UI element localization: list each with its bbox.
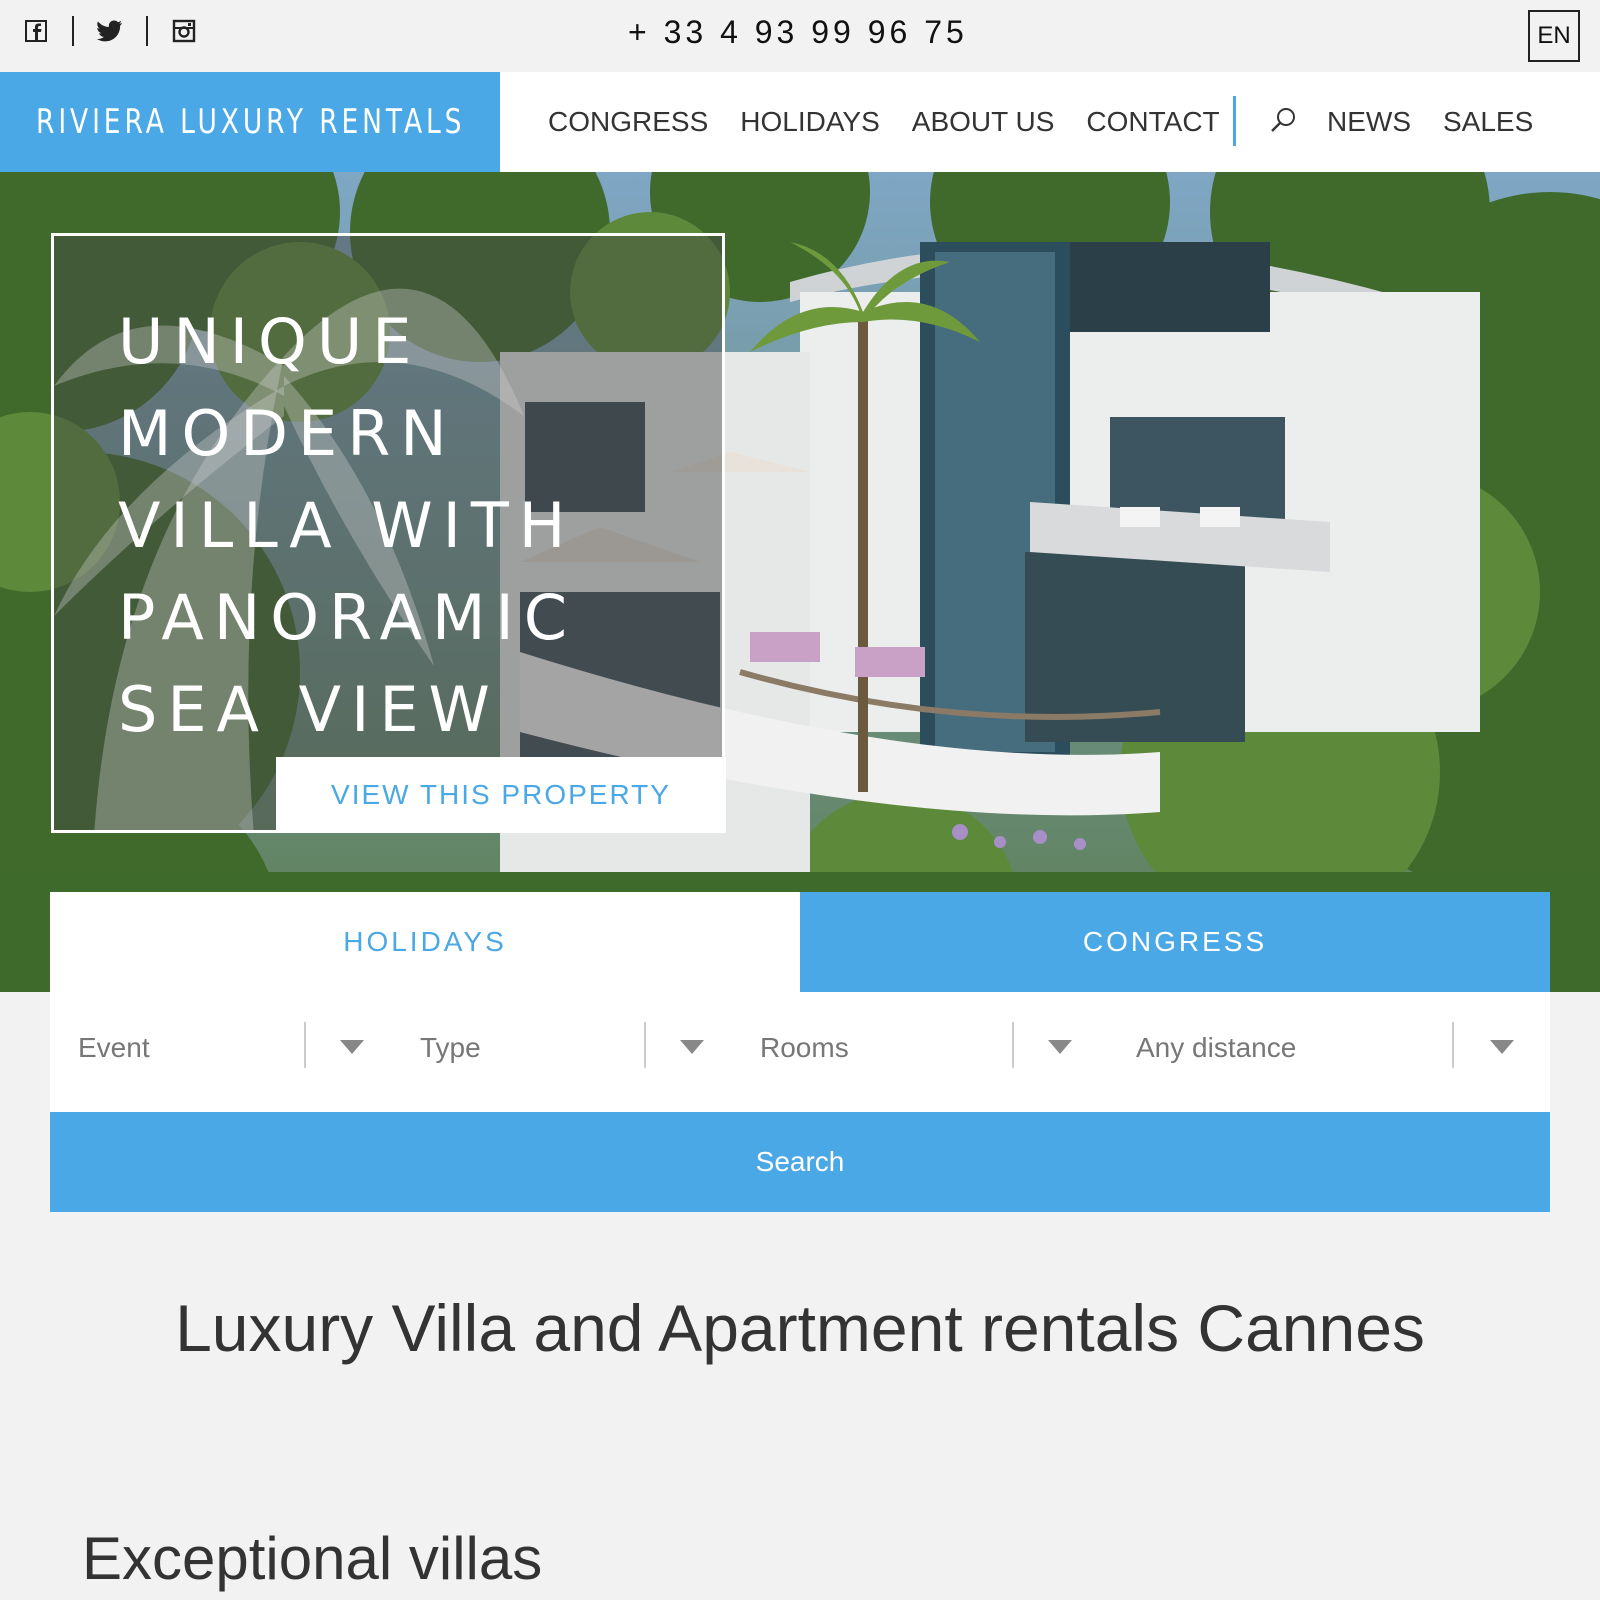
- logo-text: RIVIERA LUXURY RENTALS: [36, 102, 466, 142]
- rooms-select[interactable]: Rooms: [740, 1022, 1100, 1072]
- phone-number[interactable]: + 33 4 93 99 96 75: [628, 14, 968, 51]
- facebook-icon[interactable]: [22, 16, 50, 46]
- divider: [146, 16, 148, 46]
- social-links: [22, 16, 198, 46]
- view-property-button[interactable]: VIEW THIS PROPERTY: [276, 757, 726, 833]
- hero-title: UNIQUE MODERN VILLA WITH PANORAMIC SEA V…: [118, 296, 577, 756]
- hero-title-line: PANORAMIC: [118, 581, 578, 654]
- type-select-label: Type: [420, 1032, 481, 1063]
- event-select[interactable]: Event: [50, 1022, 390, 1072]
- nav-sales[interactable]: SALES: [1443, 106, 1533, 138]
- distance-select[interactable]: Any distance: [1108, 1022, 1550, 1072]
- hero-title-line: SEA VIEW: [118, 673, 500, 746]
- nav-contact[interactable]: CONTACT: [1086, 106, 1219, 138]
- logo[interactable]: RIVIERA LUXURY RENTALS: [0, 72, 500, 172]
- hero-card: UNIQUE MODERN VILLA WITH PANORAMIC SEA V…: [51, 233, 725, 833]
- search-button[interactable]: Search: [50, 1112, 1550, 1212]
- search-icon[interactable]: [1266, 104, 1300, 138]
- hero-title-line: UNIQUE: [118, 305, 422, 378]
- chevron-down-icon: [680, 1040, 704, 1054]
- select-divider: [644, 1022, 646, 1068]
- chevron-down-icon: [340, 1040, 364, 1054]
- divider: [72, 16, 74, 46]
- page-title: Luxury Villa and Apartment rentals Canne…: [175, 1291, 1425, 1365]
- hero-title-line: MODERN: [118, 397, 457, 470]
- top-bar: + 33 4 93 99 96 75 EN: [0, 0, 1600, 72]
- instagram-icon[interactable]: [170, 16, 198, 46]
- hero-title-line: VILLA WITH: [118, 489, 576, 562]
- chevron-down-icon: [1490, 1040, 1514, 1054]
- chevron-down-icon: [1048, 1040, 1072, 1054]
- rooms-select-label: Rooms: [760, 1032, 849, 1063]
- event-select-label: Event: [78, 1032, 150, 1063]
- hero-banner: UNIQUE MODERN VILLA WITH PANORAMIC SEA V…: [0, 172, 1600, 992]
- search-filters: Event Type Rooms Any distance: [50, 992, 1550, 1112]
- type-select[interactable]: Type: [400, 1022, 740, 1072]
- nav-congress[interactable]: CONGRESS: [548, 106, 708, 138]
- language-selector[interactable]: EN: [1528, 10, 1580, 62]
- nav-about-us[interactable]: ABOUT US: [912, 106, 1055, 138]
- section-title: Exceptional villas: [82, 1525, 543, 1592]
- nav-news[interactable]: NEWS: [1327, 106, 1411, 138]
- secondary-nav: NEWS SALES: [1327, 72, 1565, 172]
- distance-select-label: Any distance: [1136, 1032, 1297, 1063]
- select-divider: [1452, 1022, 1454, 1068]
- tab-holidays[interactable]: HOLIDAYS: [50, 892, 800, 992]
- nav-holidays[interactable]: HOLIDAYS: [740, 106, 880, 138]
- tab-congress[interactable]: CONGRESS: [800, 892, 1550, 992]
- nav-divider: [1233, 96, 1236, 146]
- search-tabs: HOLIDAYS CONGRESS: [50, 892, 1550, 992]
- select-divider: [1012, 1022, 1014, 1068]
- primary-nav: CONGRESS HOLIDAYS ABOUT US CONTACT: [548, 72, 1252, 172]
- main-header: RIVIERA LUXURY RENTALS CONGRESS HOLIDAYS…: [0, 72, 1600, 172]
- select-divider: [304, 1022, 306, 1068]
- twitter-icon[interactable]: [96, 16, 124, 46]
